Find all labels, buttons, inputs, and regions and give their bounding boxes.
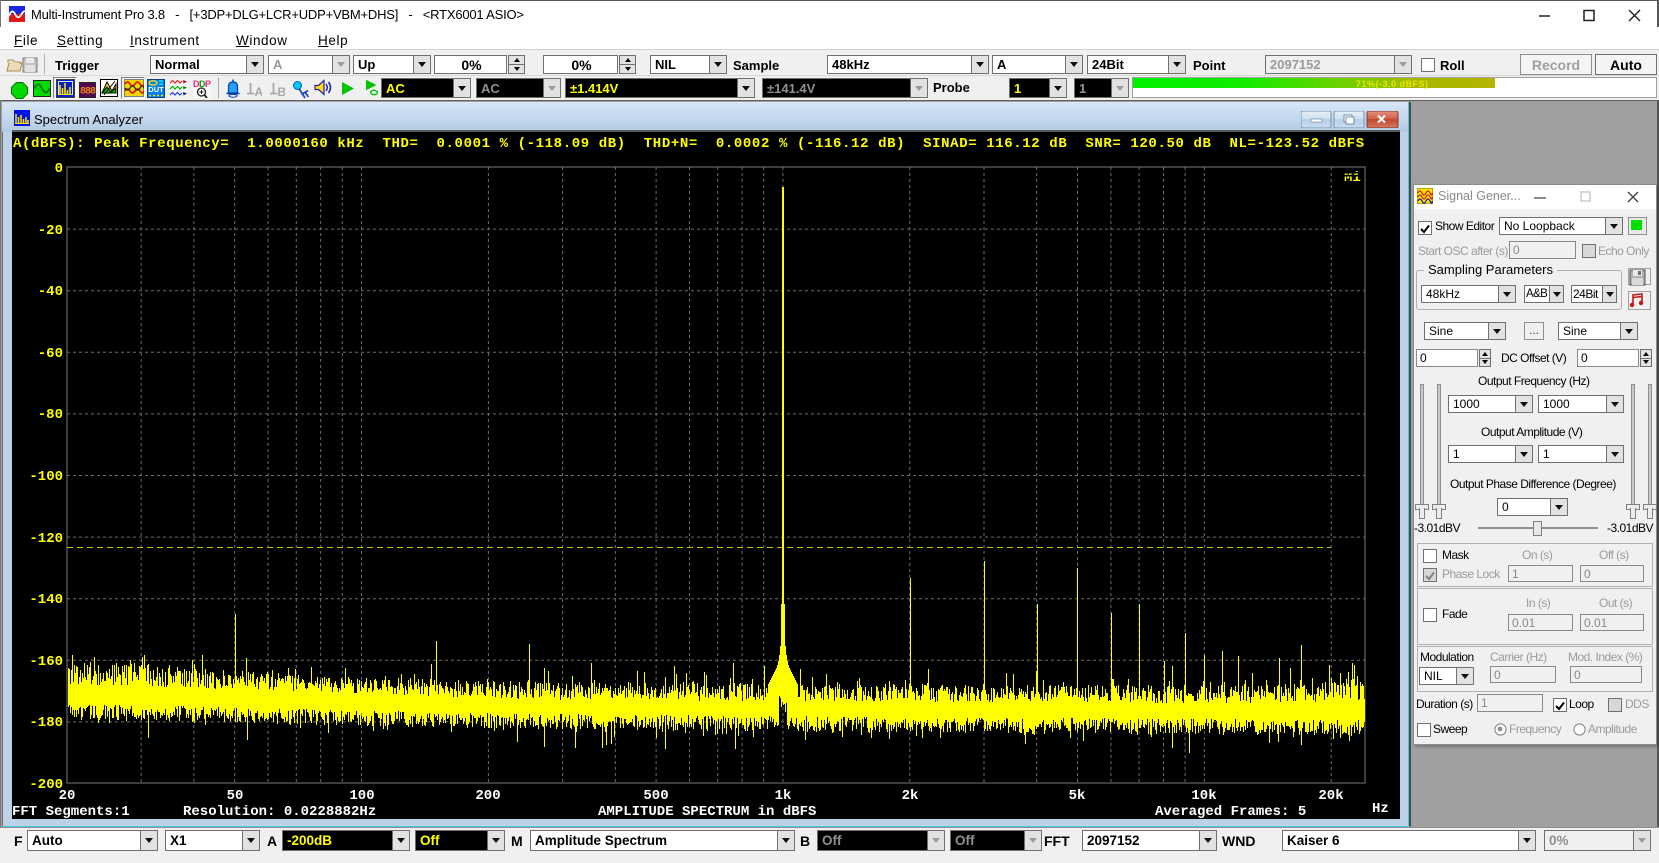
svg-text:AMPLITUDE SPECTRUM in dBFS: AMPLITUDE SPECTRUM in dBFS — [598, 804, 816, 819]
svg-text:-60: -60 — [38, 346, 63, 362]
svg-text:500: 500 — [643, 788, 668, 804]
svg-text:1k: 1k — [775, 788, 792, 804]
svg-text:-140: -140 — [29, 592, 63, 608]
svg-text:0: 0 — [55, 161, 63, 177]
svg-text:Resolution: 0.0228882Hz: Resolution: 0.0228882Hz — [183, 804, 376, 819]
svg-text:20k: 20k — [1318, 788, 1343, 804]
svg-text:2k: 2k — [902, 788, 919, 804]
svg-text:-120: -120 — [29, 531, 63, 547]
svg-text:20: 20 — [59, 788, 76, 804]
svg-text:DUT: DUT — [148, 85, 164, 94]
svg-text:-160: -160 — [29, 654, 63, 670]
svg-text:Averaged Frames: 5: Averaged Frames: 5 — [1155, 804, 1306, 819]
svg-text:5k: 5k — [1069, 788, 1086, 804]
svg-text:10k: 10k — [1191, 788, 1216, 804]
svg-text:A: A — [255, 85, 263, 98]
svg-text:-100: -100 — [29, 469, 63, 485]
svg-text:200: 200 — [475, 788, 500, 804]
svg-text:-80: -80 — [38, 407, 63, 423]
svg-text:100: 100 — [349, 788, 374, 804]
svg-text:50: 50 — [227, 788, 244, 804]
svg-text:-180: -180 — [29, 715, 63, 731]
svg-text:P: P — [205, 79, 211, 89]
svg-text:-20: -20 — [38, 223, 63, 239]
svg-text:Hz: Hz — [1372, 801, 1389, 817]
svg-text:FFT Segments:1: FFT Segments:1 — [12, 804, 130, 819]
svg-text:B: B — [278, 85, 286, 98]
svg-text:-40: -40 — [38, 284, 63, 300]
svg-text:888: 888 — [80, 87, 96, 98]
